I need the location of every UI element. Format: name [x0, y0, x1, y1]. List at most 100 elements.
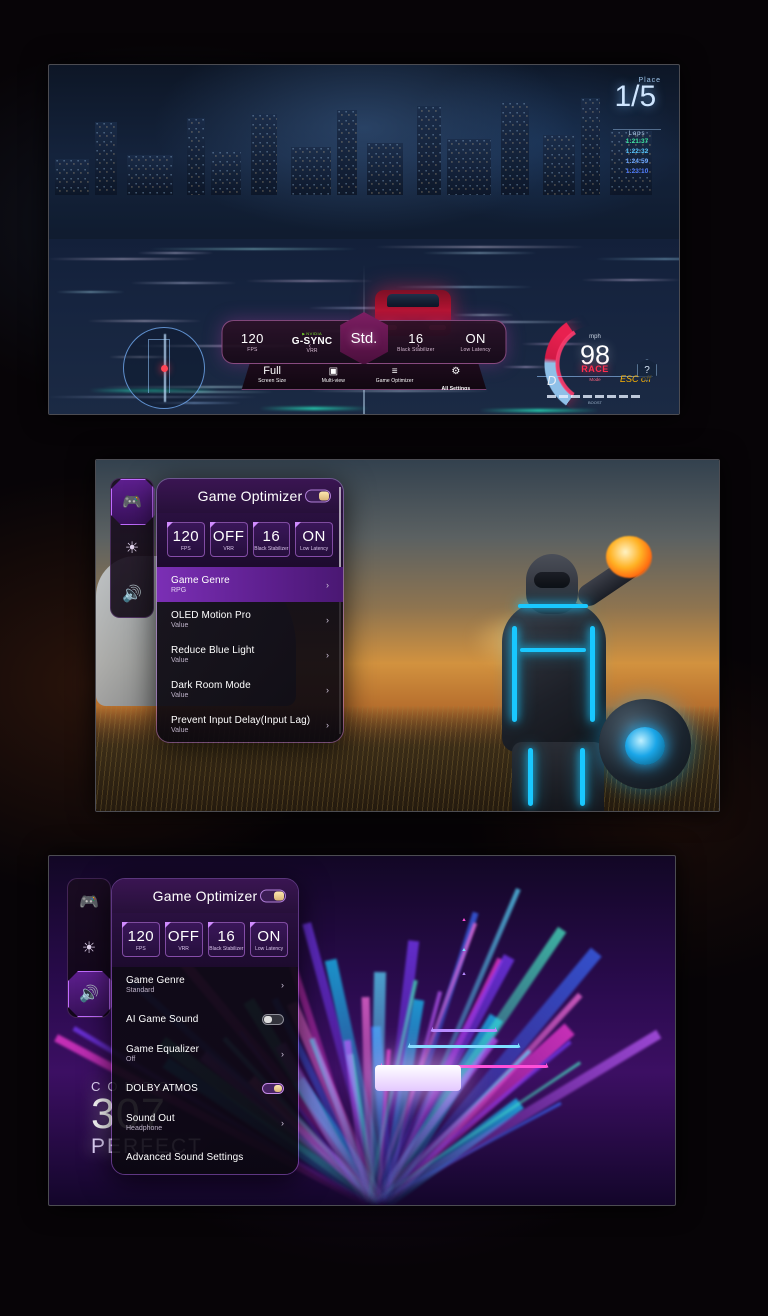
- rail-gamepad-icon[interactable]: 🎮: [111, 479, 153, 525]
- gamepad-icon: 🎮: [122, 492, 142, 512]
- city-skyline: [49, 75, 679, 195]
- place-indicator: Place 1/5: [614, 77, 661, 110]
- motion-streak: [245, 280, 374, 282]
- row-toggle[interactable]: [262, 1014, 284, 1025]
- quickmenu-action-game-optimizer[interactable]: ≡ Game Optimizer: [364, 364, 425, 389]
- motion-streak: [56, 291, 124, 293]
- building: [581, 98, 600, 195]
- row-title: Reduce Blue Light: [171, 645, 326, 656]
- game-optimizer-toggle[interactable]: [260, 890, 286, 903]
- row-title: Game Genre: [171, 575, 326, 586]
- chevron-right-icon: ›: [326, 615, 329, 625]
- picture-icon: ☀: [82, 938, 96, 958]
- menu-row-dolby-atmos[interactable]: DOLBY ATMOS: [112, 1071, 298, 1105]
- racing-game-panel: 02:19 Place 1/5 Laps 1:21:371:22:321:24:…: [48, 64, 680, 415]
- preset-prev-arrow[interactable]: ‹: [309, 341, 312, 350]
- motion-streak: [374, 246, 585, 248]
- menu-row-game-genre[interactable]: Game Genre Standard ›: [112, 967, 298, 1002]
- motion-streak: [130, 282, 237, 284]
- rail-picture-icon[interactable]: ☀: [68, 925, 110, 971]
- chevron-right-icon: ›: [281, 980, 284, 990]
- scifi-game-panel: 🎮 ☀ 🔊 Game Optimizer 120 FPS OFF VRR 16 Black S…: [95, 459, 720, 812]
- game-optimizer-toggle[interactable]: [305, 490, 331, 503]
- building: [211, 151, 241, 195]
- building: [291, 147, 331, 195]
- quickmenu-stat-vrr[interactable]: NVIDIAG-SYNCVRR: [282, 331, 342, 354]
- rail-picture-icon[interactable]: ☀: [111, 525, 153, 571]
- motion-streak: [149, 248, 358, 250]
- lap-times-list: Laps 1:21:37 1:22:32 1:24:59 1:23:10: [613, 129, 661, 177]
- menu-row-ai-game-sound[interactable]: AI Game Sound: [112, 1002, 298, 1036]
- row-title: OLED Motion Pro: [171, 610, 326, 621]
- chip-label: Black Stabilizer: [209, 946, 245, 952]
- status-chips: 120 FPS OFF VRR 16 Black Stabilizer ON Low Late…: [157, 513, 343, 567]
- row-toggle[interactable]: [262, 1083, 284, 1094]
- rail-speaker-icon[interactable]: 🔊: [68, 971, 110, 1017]
- chip-label: FPS: [123, 946, 159, 952]
- quickmenu-action-multi-view[interactable]: ▣ Multi-view: [303, 364, 364, 389]
- menu-row-game-equalizer[interactable]: Game Equalizer Off ›: [112, 1036, 298, 1071]
- building: [95, 122, 117, 195]
- chip-label: Black Stabilizer: [254, 546, 290, 552]
- menu-rows: Game Genre RPG › OLED Motion Pro Value › Reduc…: [157, 567, 343, 742]
- menu-header: Game Optimizer: [112, 879, 298, 913]
- chip-fps[interactable]: 120 FPS: [167, 522, 205, 557]
- menu-row-advanced-sound-settings[interactable]: Advanced Sound Settings: [112, 1140, 298, 1174]
- menu-row-dark-room-mode[interactable]: Dark Room Mode Value ›: [157, 672, 343, 707]
- rail-speaker-icon[interactable]: 🔊: [111, 571, 153, 617]
- gear-icon: ⚙: [425, 366, 486, 377]
- quickmenu-stat-fps[interactable]: 120 FPS: [223, 331, 283, 354]
- preset-next-arrow[interactable]: ›: [417, 341, 420, 350]
- row-title: Dark Room Mode: [171, 680, 326, 691]
- menu-rail: 🎮 ☀ 🔊: [67, 878, 111, 1018]
- row-subtitle: Headphone: [126, 1125, 281, 1132]
- lap-time: 1:21:37: [613, 137, 661, 147]
- menu-rows: Game Genre Standard › AI Game Sound Game Equ…: [112, 967, 298, 1174]
- chip-value: 120: [123, 928, 159, 945]
- chip-value: 120: [168, 528, 204, 545]
- chip-value: ON: [296, 528, 332, 545]
- menu-row-prevent-input-delay-input-lag[interactable]: Prevent Input Delay(Input Lag) Value ›: [157, 707, 343, 742]
- chip-low-latency[interactable]: ON Low Latency: [250, 922, 288, 957]
- menu-row-reduce-blue-light[interactable]: Reduce Blue Light Value ›: [157, 637, 343, 672]
- quickmenu-stat-low-latency[interactable]: ON Low Latency: [446, 331, 506, 354]
- row-subtitle: Value: [171, 727, 326, 734]
- stat-label: VRR: [282, 348, 342, 354]
- building: [337, 110, 357, 195]
- action-label: Multi-view: [303, 378, 364, 384]
- status-chips: 120 FPS OFF VRR 16 Black Stabilizer ON Low Late…: [112, 913, 298, 967]
- row-title: Advanced Sound Settings: [126, 1152, 284, 1163]
- chevron-right-icon: ›: [281, 1118, 284, 1128]
- row-title: DOLBY ATMOS: [126, 1083, 262, 1094]
- neon-road-glow: [259, 407, 369, 410]
- rail-gamepad-icon[interactable]: 🎮: [68, 879, 110, 925]
- chip-label: FPS: [168, 546, 204, 552]
- chip-vrr[interactable]: OFF VRR: [210, 522, 248, 557]
- chip-black-stabilizer[interactable]: 16 Black Stabilizer: [208, 922, 246, 957]
- stat-value: ON: [446, 331, 506, 346]
- preset-button[interactable]: Std.: [340, 312, 388, 365]
- menu-row-sound-out[interactable]: Sound Out Headphone ›: [112, 1105, 298, 1140]
- chip-value: 16: [209, 928, 245, 945]
- quickmenu-action-all-settings[interactable]: ⚙ All Settings: [425, 364, 486, 389]
- lap-time: 1:23:10: [613, 167, 661, 177]
- quickmenu-action-screen-size[interactable]: Full Screen Size: [242, 364, 303, 389]
- chip-black-stabilizer[interactable]: 16 Black Stabilizer: [253, 522, 291, 557]
- motion-streak: [595, 258, 680, 260]
- menu-row-game-genre[interactable]: Game Genre RPG ›: [157, 567, 343, 602]
- motion-streak: [48, 258, 198, 260]
- multiview-icon: ▣: [303, 366, 364, 377]
- chevron-right-icon: ›: [326, 580, 329, 590]
- chip-low-latency[interactable]: ON Low Latency: [295, 522, 333, 557]
- menu-rail: 🎮 ☀ 🔊: [110, 478, 154, 618]
- motion-streak: [581, 279, 680, 281]
- menu-row-oled-motion-pro[interactable]: OLED Motion Pro Value ›: [157, 602, 343, 637]
- motion-streak: [422, 252, 537, 254]
- row-subtitle: Value: [171, 657, 326, 664]
- chip-label: Low Latency: [296, 546, 332, 552]
- speaker-icon: 🔊: [122, 584, 142, 604]
- stat-value: G-SYNC: [282, 336, 342, 347]
- chip-fps[interactable]: 120 FPS: [122, 922, 160, 957]
- chip-vrr[interactable]: OFF VRR: [165, 922, 203, 957]
- row-subtitle: Value: [171, 692, 326, 699]
